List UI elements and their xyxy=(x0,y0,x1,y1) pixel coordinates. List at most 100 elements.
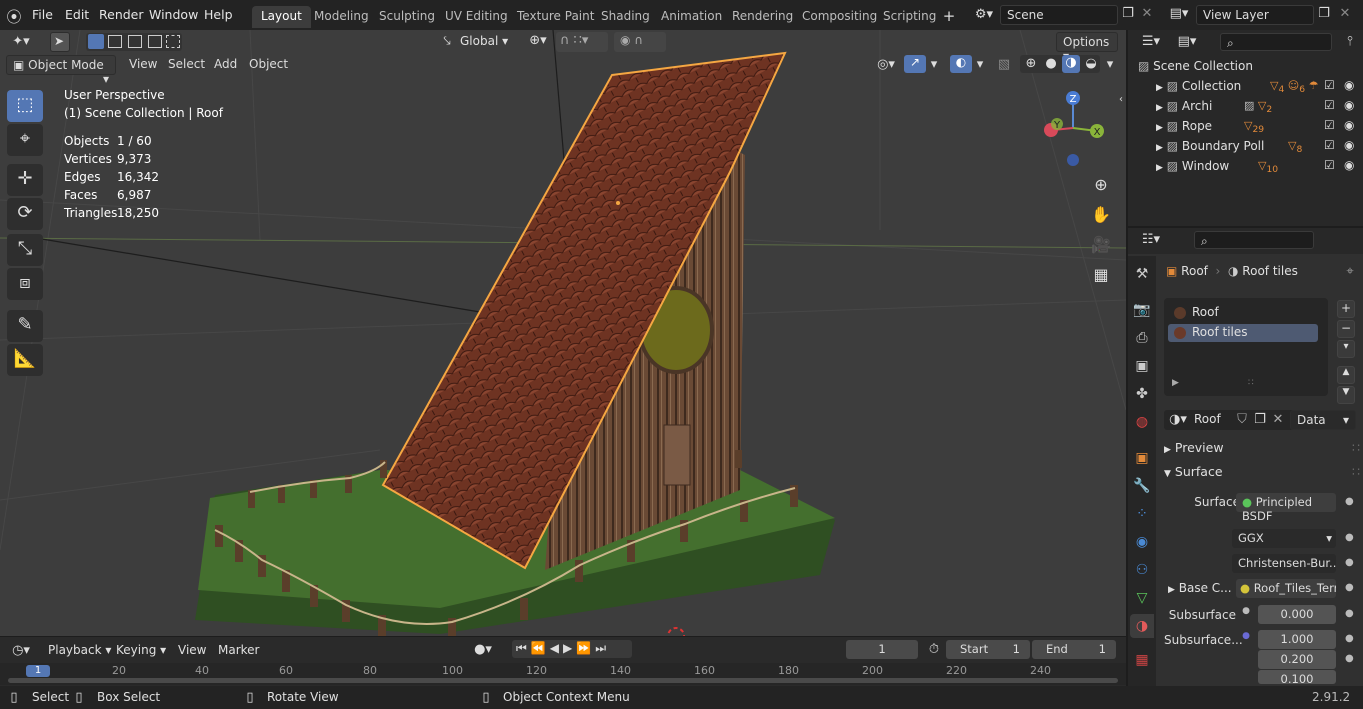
camera-view-icon[interactable]: 🎥 xyxy=(1088,232,1114,258)
duplicate-material-icon[interactable]: ❐ xyxy=(1252,412,1268,427)
menu-object[interactable]: Object xyxy=(243,55,294,75)
view-layer-selector-icon[interactable]: ▤▾ xyxy=(1168,6,1190,21)
outliner-row-archi[interactable]: ▶ ▨ Archi ▨ ▽2 ☑ ◉ xyxy=(1128,96,1363,116)
overlays-toggle-icon[interactable]: ◐ xyxy=(950,55,972,73)
expand-arrow-icon[interactable]: ▶ xyxy=(1156,123,1163,133)
blender-logo-icon[interactable]: ⦿ xyxy=(6,6,22,27)
fake-user-icon[interactable]: ⛉ xyxy=(1234,412,1250,427)
select-invert-icon[interactable] xyxy=(148,35,162,48)
tab-compositing[interactable]: Compositing xyxy=(793,6,886,28)
subsurface-radius-z[interactable]: 0.100 xyxy=(1258,670,1336,686)
tab-layout[interactable]: Layout xyxy=(252,6,311,28)
overlays-dropdown-icon[interactable]: ▾ xyxy=(974,57,986,72)
jump-start-icon[interactable]: ⏮ xyxy=(516,641,531,655)
world-tab-icon[interactable]: ◍ xyxy=(1130,410,1154,434)
playhead[interactable]: 1 xyxy=(26,665,50,677)
timeline-scrollbar[interactable] xyxy=(8,678,1118,683)
menu-marker[interactable]: Marker xyxy=(218,643,259,657)
mesh-badge-icon[interactable]: ▽29 xyxy=(1244,119,1264,135)
mesh-badge-icon[interactable]: ▽4 ☺6 ☂ xyxy=(1270,79,1318,95)
proportional-edit-group[interactable]: ◉ ∩ xyxy=(614,32,666,52)
menu-keying[interactable]: Keying ▾ xyxy=(116,643,166,657)
select-subtract-icon[interactable] xyxy=(128,35,142,48)
subsurface-method-dropdown[interactable]: Christensen-Bur... xyxy=(1232,554,1336,573)
eye-icon[interactable]: ◉ xyxy=(1344,98,1354,112)
auto-keying-icon[interactable]: ●▾ xyxy=(468,642,498,657)
render-tab-icon[interactable]: 📷 xyxy=(1130,298,1154,322)
material-name-field[interactable]: Roof xyxy=(1194,412,1221,426)
checkbox-icon[interactable]: ☑ xyxy=(1324,138,1335,152)
move-slot-down-icon[interactable]: ▼ xyxy=(1337,386,1355,404)
move-slot-up-icon[interactable]: ▲ xyxy=(1337,366,1355,384)
surface-panel-header[interactable]: ▼ Surface ∷ xyxy=(1164,464,1360,484)
tab-animation[interactable]: Animation xyxy=(652,6,731,28)
distribution-dropdown[interactable]: GGX ▾ xyxy=(1232,529,1336,548)
texture-tab-icon[interactable]: ▦ xyxy=(1130,648,1154,672)
checkbox-icon[interactable]: ☑ xyxy=(1324,78,1335,92)
pan-hand-icon[interactable]: ✋ xyxy=(1088,202,1114,228)
mesh-badge-icon[interactable]: ▽8 xyxy=(1288,139,1302,155)
expand-arrow-icon[interactable]: ▶ xyxy=(1168,585,1175,595)
material-preview-shading-icon[interactable]: ◑ xyxy=(1062,55,1080,73)
wireframe-shading-icon[interactable]: ⊕ xyxy=(1022,56,1040,71)
expand-arrow-icon[interactable]: ▶ xyxy=(1156,103,1163,113)
zoom-icon[interactable]: ⊕ xyxy=(1088,172,1114,198)
navigation-gizmo[interactable]: Z Y X xyxy=(1035,88,1115,168)
new-scene-icon[interactable]: ❐ xyxy=(1120,6,1136,21)
3d-cursor[interactable] xyxy=(667,627,685,636)
jump-end-icon[interactable]: ⏭ xyxy=(595,641,610,655)
shading-dropdown-icon[interactable]: ▾ xyxy=(1104,57,1116,72)
drag-handle-icon[interactable]: ∷ xyxy=(1352,464,1360,479)
end-frame-field[interactable]: End 1 xyxy=(1032,640,1116,659)
modifier-tab-icon[interactable]: 🔧 xyxy=(1130,474,1154,498)
expand-arrow-icon[interactable]: ▶ xyxy=(1156,143,1163,153)
xray-toggle-icon[interactable]: ▧ xyxy=(996,57,1012,72)
tab-shading[interactable]: Shading xyxy=(592,6,659,28)
sidebar-toggle-icon[interactable]: ‹ xyxy=(1116,94,1126,105)
view-layer-name-field[interactable]: View Layer xyxy=(1196,5,1314,25)
prev-keyframe-icon[interactable]: ⏪ xyxy=(531,641,550,655)
outliner-row-boundary-poll[interactable]: ▶ ▨ Boundary Poll ▽8 ☑ ◉ xyxy=(1128,136,1363,156)
pivot-point-icon[interactable]: ⊕▾ xyxy=(524,33,552,48)
play-icon[interactable]: ▶ xyxy=(563,641,576,655)
editor-type-icon[interactable]: ✦▾ xyxy=(6,34,36,49)
scene-tab-icon[interactable]: ✤ xyxy=(1130,382,1154,406)
checkbox-icon[interactable]: ☑ xyxy=(1324,158,1335,172)
scene-render[interactable] xyxy=(0,30,1126,636)
measure-tool-icon[interactable]: 📐 xyxy=(7,344,43,376)
properties-editor-type-icon[interactable]: ☷▾ xyxy=(1138,232,1164,247)
outliner-row-rope[interactable]: ▶ ▨ Rope ▽29 ☑ ◉ xyxy=(1128,116,1363,136)
view-layer-tab-icon[interactable]: ▣ xyxy=(1130,354,1154,378)
visibility-icon[interactable]: ◎▾ xyxy=(870,57,902,72)
outliner-row-collection[interactable]: ▶ ▨ Collection ▽4 ☺6 ☂ ☑ ◉ xyxy=(1128,76,1363,96)
outliner-row-window[interactable]: ▶ ▨ Window ▽10 ☑ ◉ xyxy=(1128,156,1363,176)
timeline-editor-type-icon[interactable]: ◷▾ xyxy=(6,643,36,658)
remove-slot-icon[interactable]: − xyxy=(1337,320,1355,338)
delete-scene-icon[interactable]: ✕ xyxy=(1140,6,1154,21)
material-slot-list[interactable]: Roof Roof tiles ▶ ∷ xyxy=(1164,298,1328,396)
add-workspace-icon[interactable]: + xyxy=(942,7,956,25)
subsurface-field[interactable]: 0.000 xyxy=(1258,605,1336,624)
rotate-tool-icon[interactable]: ⟳ xyxy=(7,198,43,230)
menu-edit[interactable]: Edit xyxy=(65,7,89,22)
material-tab-icon[interactable]: ◑ xyxy=(1130,614,1154,638)
scene-name-field[interactable]: Scene xyxy=(1000,5,1118,25)
physics-tab-icon[interactable]: ◉ xyxy=(1130,530,1154,554)
object-tab-icon[interactable]: ▣ xyxy=(1130,446,1154,470)
tool-tab-icon[interactable]: ⚒ xyxy=(1130,262,1154,286)
properties-search-input[interactable]: ⌕ xyxy=(1194,231,1314,249)
transform-tool-icon[interactable]: ⧈ xyxy=(7,268,43,300)
menu-help[interactable]: Help xyxy=(204,7,233,22)
next-keyframe-icon[interactable]: ⏩ xyxy=(576,641,595,655)
scale-tool-icon[interactable]: ⤡ xyxy=(7,234,43,266)
rendered-shading-icon[interactable]: ◒ xyxy=(1082,56,1100,71)
select-new-icon[interactable] xyxy=(88,34,104,49)
particles-tab-icon[interactable]: ⁘ xyxy=(1130,502,1154,526)
display-mode-icon[interactable]: ▤▾ xyxy=(1172,34,1202,49)
outliner-root-row[interactable]: ▨ Scene Collection xyxy=(1128,56,1363,76)
timeline-track[interactable]: 1 20 40 60 80 100 120 140 160 180 200 22… xyxy=(0,663,1126,685)
start-frame-field[interactable]: Start 1 xyxy=(946,640,1030,659)
menu-select[interactable]: Select xyxy=(162,55,211,75)
browse-material-icon[interactable]: ◑▾ xyxy=(1166,412,1190,427)
move-tool-icon[interactable]: ✛ xyxy=(7,164,43,196)
